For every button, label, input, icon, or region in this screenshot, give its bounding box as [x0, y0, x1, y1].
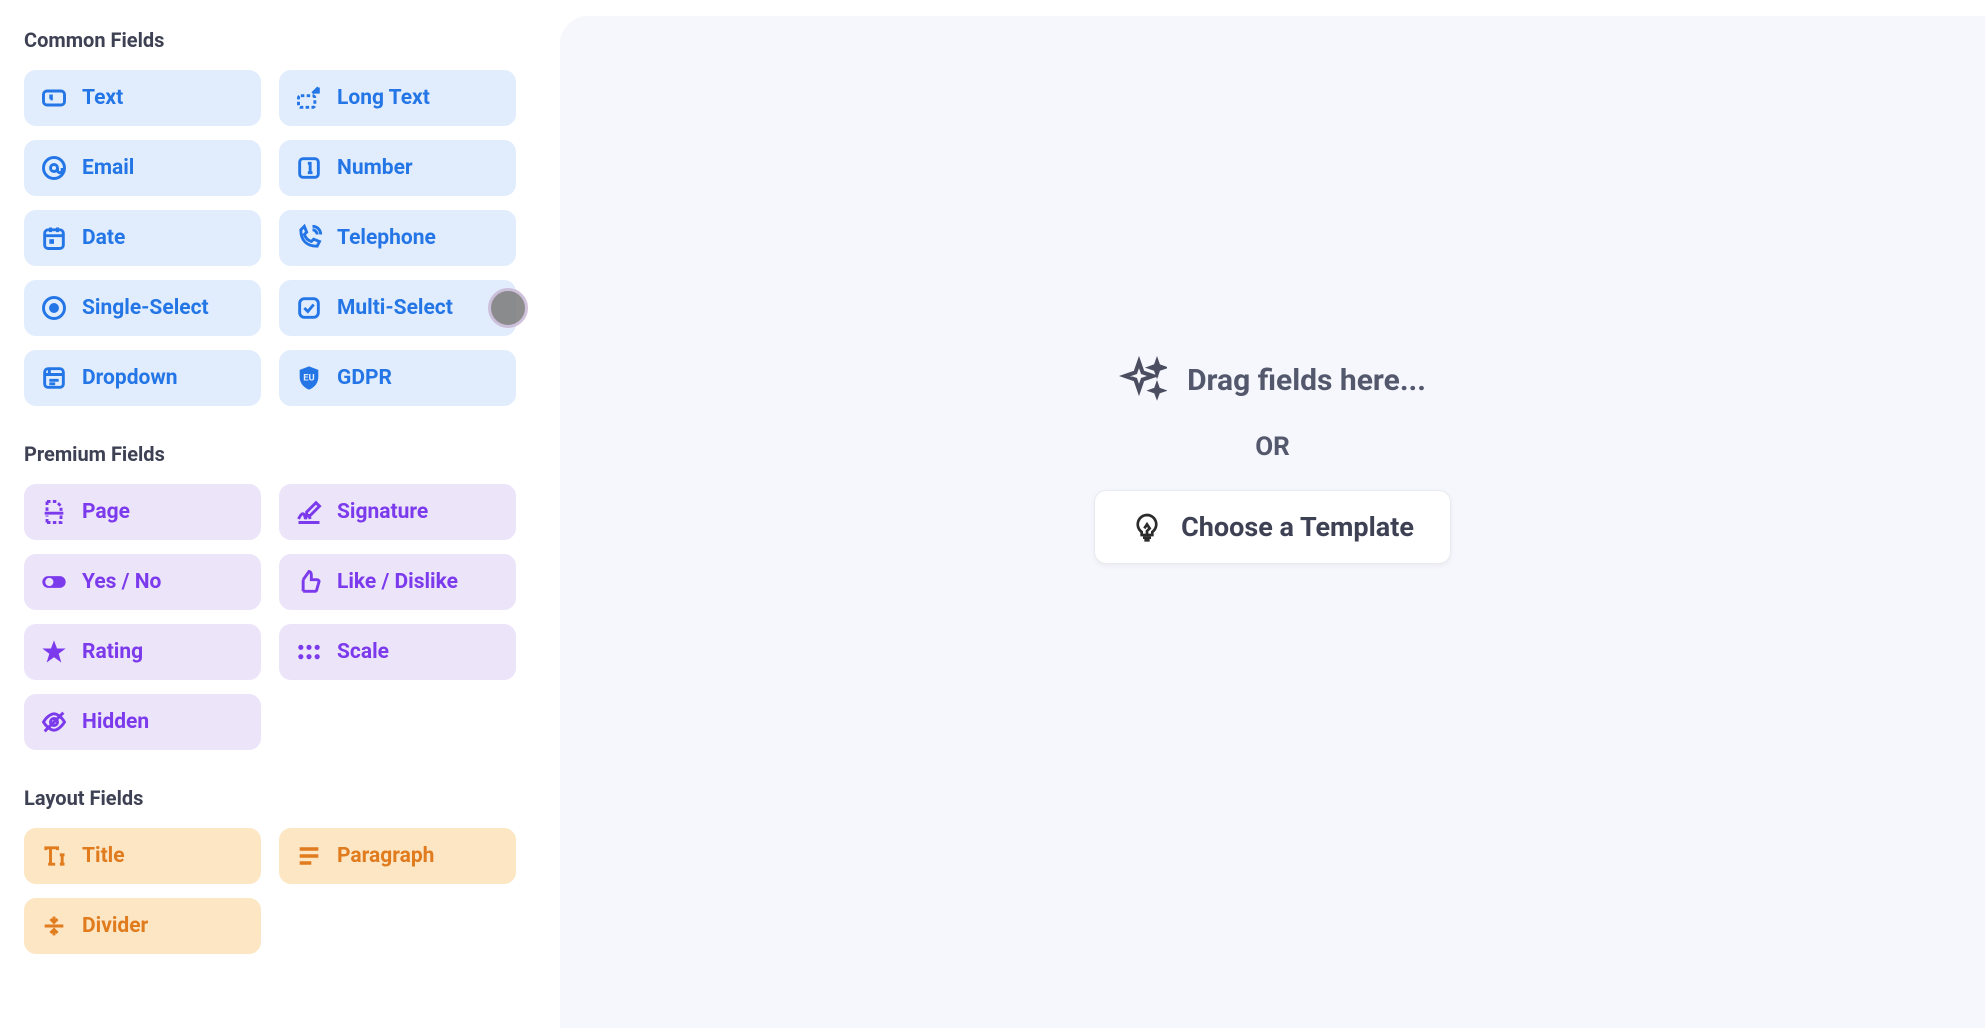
field-label: Number — [337, 156, 413, 180]
field-divider[interactable]: Divider — [24, 898, 261, 954]
field-label: GDPR — [337, 366, 392, 390]
drag-hint: Drag fields here... — [1119, 356, 1426, 404]
field-label: Long Text — [337, 86, 430, 110]
long-text-icon — [295, 84, 323, 112]
number-icon — [295, 154, 323, 182]
choose-template-button[interactable]: Choose a Template — [1094, 490, 1451, 564]
field-yes-no[interactable]: Yes / No — [24, 554, 261, 610]
signature-icon — [295, 498, 323, 526]
field-label: Yes / No — [82, 570, 161, 594]
field-page[interactable]: Page — [24, 484, 261, 540]
dropdown-icon — [40, 364, 68, 392]
field-scale[interactable]: Scale — [279, 624, 516, 680]
field-date[interactable]: Date — [24, 210, 261, 266]
or-label: OR — [1255, 432, 1290, 462]
single-select-icon — [40, 294, 68, 322]
premium-fields-grid: Page Signature Yes / No Like / Dislike R… — [24, 484, 516, 750]
section-title-layout: Layout Fields — [24, 786, 516, 810]
page-icon — [40, 498, 68, 526]
field-label: Text — [82, 86, 123, 110]
field-email[interactable]: Email — [24, 140, 261, 196]
field-label: Paragraph — [337, 844, 434, 868]
field-paragraph[interactable]: Paragraph — [279, 828, 516, 884]
form-canvas[interactable]: Drag fields here... OR Choose a Template — [560, 16, 1985, 1028]
field-label: Hidden — [82, 710, 149, 734]
field-label: Multi-Select — [337, 296, 453, 320]
field-palette-sidebar: Common Fields Text Long Text Email Numbe… — [0, 0, 540, 1028]
field-label: Page — [82, 500, 130, 524]
field-long-text[interactable]: Long Text — [279, 70, 516, 126]
svg-text:EU: EU — [303, 372, 314, 383]
telephone-icon — [295, 224, 323, 252]
field-dropdown[interactable]: Dropdown — [24, 350, 261, 406]
title-icon — [40, 842, 68, 870]
email-icon — [40, 154, 68, 182]
field-telephone[interactable]: Telephone — [279, 210, 516, 266]
field-number[interactable]: Number — [279, 140, 516, 196]
drag-text: Drag fields here... — [1187, 363, 1426, 398]
text-icon — [40, 84, 68, 112]
cursor-indicator — [488, 288, 528, 328]
field-label: Email — [82, 156, 134, 180]
star-icon — [40, 638, 68, 666]
field-gdpr[interactable]: EU GDPR — [279, 350, 516, 406]
field-signature[interactable]: Signature — [279, 484, 516, 540]
common-fields-grid: Text Long Text Email Number Date — [24, 70, 516, 406]
field-text[interactable]: Text — [24, 70, 261, 126]
thumb-icon — [295, 568, 323, 596]
field-title[interactable]: Title — [24, 828, 261, 884]
lightbulb-icon — [1131, 511, 1163, 543]
field-label: Single-Select — [82, 296, 209, 320]
field-label: Divider — [82, 914, 148, 938]
section-title-common: Common Fields — [24, 28, 516, 52]
scale-icon — [295, 638, 323, 666]
field-label: Date — [82, 226, 125, 250]
field-hidden[interactable]: Hidden — [24, 694, 261, 750]
sparkle-icon — [1119, 356, 1167, 404]
layout-fields-grid: Title Paragraph Divider — [24, 828, 516, 954]
field-label: Title — [82, 844, 125, 868]
gdpr-icon: EU — [295, 364, 323, 392]
field-label: Telephone — [337, 226, 436, 250]
field-rating[interactable]: Rating — [24, 624, 261, 680]
paragraph-icon — [295, 842, 323, 870]
field-label: Dropdown — [82, 366, 178, 390]
field-label: Rating — [82, 640, 143, 664]
section-title-premium: Premium Fields — [24, 442, 516, 466]
template-button-label: Choose a Template — [1181, 511, 1414, 543]
divider-icon — [40, 912, 68, 940]
date-icon — [40, 224, 68, 252]
hidden-icon — [40, 708, 68, 736]
toggle-icon — [40, 568, 68, 596]
field-single-select[interactable]: Single-Select — [24, 280, 261, 336]
field-label: Like / Dislike — [337, 570, 458, 594]
multi-select-icon — [295, 294, 323, 322]
field-like-dislike[interactable]: Like / Dislike — [279, 554, 516, 610]
field-multi-select[interactable]: Multi-Select — [279, 280, 516, 336]
field-label: Scale — [337, 640, 389, 664]
field-label: Signature — [337, 500, 428, 524]
